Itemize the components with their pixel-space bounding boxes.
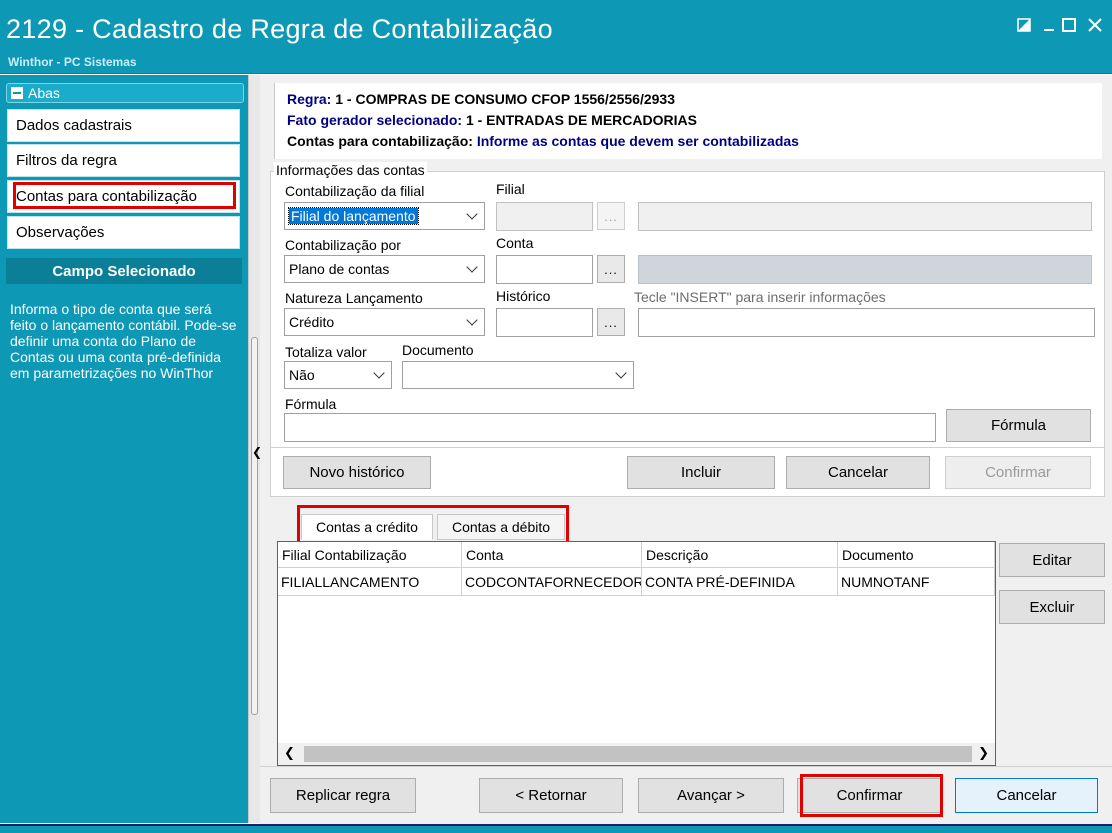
table-cell[interactable]: FILIALLANCAMENTO <box>278 568 462 596</box>
sidebar-item-contas-para-contabilizacao[interactable]: Contas para contabilização <box>7 180 240 213</box>
documento-select[interactable] <box>402 361 634 389</box>
novo-historico-button[interactable]: Novo histórico <box>283 456 431 489</box>
window-title: 2129 - Cadastro de Regra de Contabilizaç… <box>6 14 553 44</box>
conta-label: Conta <box>496 235 534 251</box>
sidebar-item-filtros-da-regra[interactable]: Filtros da regra <box>7 144 240 177</box>
confirmar-form-button: Confirmar <box>945 456 1091 489</box>
contas-grid[interactable]: Filial Contabilização Conta Descrição Do… <box>277 541 996 766</box>
tab-contas-a-credito[interactable]: Contas a crédito <box>301 514 433 540</box>
documento-label: Documento <box>402 342 474 358</box>
tab-label: Contas a débito <box>451 519 551 535</box>
scroll-left-icon[interactable]: ❮ <box>284 745 295 761</box>
group-title: Informações das contas <box>274 162 427 178</box>
scroll-right-icon[interactable]: ❯ <box>978 745 989 761</box>
excluir-button[interactable]: Excluir <box>999 590 1105 624</box>
contab-por-select[interactable]: Plano de contas <box>284 255 485 283</box>
totaliza-value: Não <box>289 367 315 383</box>
minimize-icon[interactable] <box>1038 14 1060 36</box>
sidebar-item-label: Observações <box>16 224 105 241</box>
contas-line: Contas para contabilização: Informe as c… <box>287 133 799 149</box>
column-header-descricao[interactable]: Descrição <box>642 542 838 568</box>
formula-input[interactable] <box>284 413 936 442</box>
sidebar-item-label: Contas para contabilização <box>16 188 197 205</box>
natureza-label: Natureza Lançamento <box>285 290 423 306</box>
window-subtitle: Winthor - PC Sistemas <box>8 55 137 69</box>
contab-filial-value: Filial do lançamento <box>288 207 419 225</box>
conta-description <box>638 255 1092 284</box>
column-header-documento[interactable]: Documento <box>838 542 995 568</box>
filial-input <box>496 202 593 231</box>
horizontal-scrollbar[interactable]: ❮ ❯ <box>278 743 995 765</box>
chevron-down-icon <box>373 367 385 379</box>
chevron-down-icon <box>466 314 478 326</box>
historico-label: Histórico <box>496 288 551 304</box>
chevron-down-icon <box>466 208 478 220</box>
totaliza-select[interactable]: Não <box>284 361 392 389</box>
contas-label: Contas para contabilização: <box>287 133 473 149</box>
maximize-icon[interactable] <box>1058 14 1080 36</box>
abas-header[interactable]: Abas <box>6 83 244 103</box>
historico-hint: Tecle "INSERT" para inserir informações <box>634 289 886 305</box>
conta-lookup-button[interactable]: ... <box>597 255 625 283</box>
sidebar-item-label: Dados cadastrais <box>16 117 132 134</box>
restore-icon[interactable] <box>1013 14 1035 36</box>
title-bar: 2129 - Cadastro de Regra de Contabilizaç… <box>0 0 1112 74</box>
collapse-icon[interactable] <box>11 87 23 99</box>
splitter-grip[interactable] <box>251 337 258 715</box>
editar-button[interactable]: Editar <box>999 543 1105 577</box>
confirmar-button[interactable]: Confirmar <box>797 778 942 813</box>
chevron-down-icon <box>466 261 478 273</box>
sidebar-item-label: Filtros da regra <box>16 152 117 169</box>
cancelar-button[interactable]: Cancelar <box>955 778 1098 813</box>
table-cell[interactable]: NUMNOTANF <box>838 568 995 596</box>
splitter[interactable]: ❮ <box>248 75 262 823</box>
formula-label: Fórmula <box>285 396 337 412</box>
filial-lookup-button: ... <box>597 202 625 230</box>
rule-info: Regra: 1 - COMPRAS DE CONSUMO CFOP 1556/… <box>274 83 1102 159</box>
contab-por-label: Contabilização por <box>285 237 401 253</box>
sidebar: Abas Dados cadastrais Filtros da regra C… <box>0 75 248 823</box>
close-icon[interactable] <box>1084 14 1106 36</box>
contab-por-value: Plano de contas <box>289 261 390 277</box>
regra-value: 1 - COMPRAS DE CONSUMO CFOP 1556/2556/29… <box>335 91 676 107</box>
historico-input[interactable] <box>496 308 593 337</box>
replicar-regra-button[interactable]: Replicar regra <box>270 778 416 813</box>
table-cell[interactable]: CONTA PRÉ-DEFINIDA <box>642 568 838 596</box>
fato-label: Fato gerador selecionado: <box>287 112 463 128</box>
sidebar-item-dados-cadastrais[interactable]: Dados cadastrais <box>7 109 240 142</box>
natureza-value: Crédito <box>289 314 335 330</box>
tab-label: Contas a crédito <box>316 519 418 535</box>
formula-button[interactable]: Fórmula <box>946 409 1091 442</box>
avancar-button[interactable]: Avançar > <box>638 778 784 813</box>
natureza-select[interactable]: Crédito <box>284 308 485 336</box>
historico-text[interactable] <box>638 308 1095 337</box>
cancelar-form-button[interactable]: Cancelar <box>786 456 930 489</box>
filial-description <box>638 202 1092 231</box>
conta-input[interactable] <box>496 255 593 284</box>
fato-value: 1 - ENTRADAS DE MERCADORIAS <box>465 112 697 128</box>
campo-selecionado-text: Informa o tipo de conta que será feito o… <box>10 301 237 381</box>
chevron-down-icon <box>615 367 627 379</box>
retornar-button[interactable]: < Retornar <box>479 778 623 813</box>
filial-label: Filial <box>496 181 525 197</box>
contab-filial-label: Contabilização da filial <box>285 183 425 199</box>
table-cell[interactable]: CODCONTAFORNECEDOR <box>462 568 642 596</box>
scrollbar-thumb[interactable] <box>304 746 972 762</box>
column-header-filial[interactable]: Filial Contabilização <box>278 542 462 568</box>
contab-filial-select[interactable]: Filial do lançamento <box>284 202 485 230</box>
abas-header-label: Abas <box>28 85 60 101</box>
regra-label: Regra: <box>287 91 332 107</box>
campo-selecionado-header: Campo Selecionado <box>6 258 242 284</box>
column-header-conta[interactable]: Conta <box>462 542 642 568</box>
contas-value: Informe as contas que devem ser contabil… <box>476 133 799 149</box>
window-bottom-border <box>0 824 1112 833</box>
fato-line: Fato gerador selecionado: 1 - ENTRADAS D… <box>287 112 697 128</box>
regra-line: Regra: 1 - COMPRAS DE CONSUMO CFOP 1556/… <box>287 91 675 107</box>
historico-lookup-button[interactable]: ... <box>597 308 625 336</box>
tab-contas-a-debito[interactable]: Contas a débito <box>437 514 565 540</box>
totaliza-label: Totaliza valor <box>285 344 367 360</box>
incluir-button[interactable]: Incluir <box>627 456 775 489</box>
sidebar-item-observacoes[interactable]: Observações <box>7 216 240 249</box>
